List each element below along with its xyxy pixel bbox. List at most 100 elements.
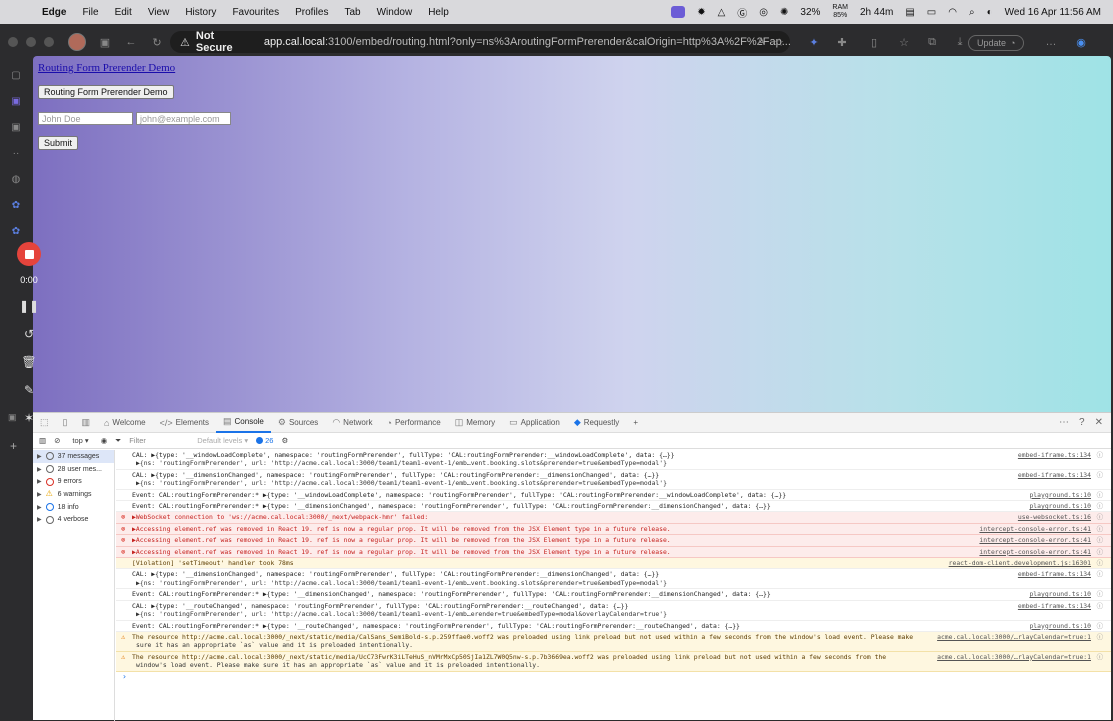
console-row[interactable]: ⊗ ▶WebSocket connection to 'ws://acme.cal… xyxy=(116,512,1111,524)
tab-icon[interactable]: ▣ xyxy=(9,94,23,108)
gear-icon[interactable]: ✹ xyxy=(697,7,705,18)
tab-network[interactable]: ◠ Network xyxy=(325,413,379,433)
source-link[interactable]: embed-iframe.ts:134 xyxy=(1018,602,1091,610)
console-row[interactable]: ⊗ ▶Accessing element.ref was removed in R… xyxy=(116,535,1111,547)
source-link[interactable]: acme.cal.local:3000/…rlayCalendar=true:1 xyxy=(937,633,1091,641)
source-link[interactable]: intercept-console-error.ts:41 xyxy=(979,548,1091,556)
favorites-icon[interactable]: ☆ xyxy=(897,35,911,49)
console-message-detail[interactable]: window's load event. Please make sure it… xyxy=(132,661,1103,669)
cpu-percent[interactable]: 32% xyxy=(800,7,820,18)
page-title-link[interactable]: Routing Form Prerender Demo xyxy=(38,62,175,74)
menu-edit[interactable]: Edit xyxy=(107,7,140,18)
ai-explain-icon[interactable]: ⓘ xyxy=(1097,525,1103,533)
menu-app-name[interactable]: Edge xyxy=(34,7,74,18)
console-sidebar-item[interactable]: ▶ 18 info xyxy=(33,501,114,514)
source-link[interactable]: acme.cal.local:3000/…rlayCalendar=true:1 xyxy=(937,653,1091,661)
ai-explain-icon[interactable]: ⓘ xyxy=(1097,590,1103,598)
source-link[interactable]: playground.ts:10 xyxy=(1029,502,1091,510)
source-link[interactable]: intercept-console-error.ts:41 xyxy=(979,525,1091,533)
devtools-dock-icon[interactable]: ▣ xyxy=(8,412,17,423)
console-row[interactable]: CAL: ▶{type: '__dimensionChanged', names… xyxy=(116,569,1111,590)
control-center-icon[interactable]: ◐ xyxy=(987,7,993,18)
more-menu-icon[interactable]: … xyxy=(1044,35,1058,49)
puzzle-icon[interactable]: ✚ xyxy=(835,35,849,49)
expand-arrow-icon[interactable]: ▶ xyxy=(37,466,42,473)
levels-dropdown[interactable]: Default levels ▾ xyxy=(197,436,248,445)
calendar-icon[interactable]: ▤ xyxy=(905,7,914,18)
downloads-icon[interactable]: ⤓ xyxy=(953,35,967,49)
window-minimize-button[interactable] xyxy=(26,37,36,47)
expand-arrow-icon[interactable]: ▶ xyxy=(37,516,42,523)
tab-requestly[interactable]: ◆ Requestly xyxy=(567,413,627,433)
clear-console-icon[interactable]: ⊘ xyxy=(54,436,60,445)
device-toolbar-icon[interactable]: ▯ xyxy=(56,413,75,433)
ai-explain-icon[interactable]: ⓘ xyxy=(1097,502,1103,510)
copilot-sidebar-icon[interactable]: ◉ xyxy=(1074,35,1088,49)
back-icon[interactable]: ← xyxy=(124,35,138,49)
drawer-icon[interactable]: ▥ xyxy=(74,413,97,433)
console-message-detail[interactable]: ▶{ns: 'routingFormPrerender', url: 'http… xyxy=(132,459,1103,467)
help-icon[interactable]: ? xyxy=(1079,417,1085,428)
console-row[interactable]: ⊗ ▶Accessing element.ref was removed in R… xyxy=(116,546,1111,559)
menu-window[interactable]: Window xyxy=(369,7,421,18)
battery-time[interactable]: 2h 44m xyxy=(860,7,893,18)
ai-explain-icon[interactable]: ⓘ xyxy=(1097,622,1103,630)
more-icon[interactable]: ⋯ xyxy=(1059,417,1069,428)
extension-icon[interactable]: ✦ xyxy=(807,35,821,49)
github-icon[interactable]: ◍ xyxy=(9,172,23,186)
console-row[interactable]: ⊗ ▶Accessing element.ref was removed in R… xyxy=(116,523,1111,536)
tab-icon[interactable]: ▣ xyxy=(9,120,23,134)
tab-console[interactable]: ▤ Console xyxy=(216,413,271,433)
menubar-clock[interactable]: Wed 16 Apr 11:56 AM xyxy=(1005,7,1101,18)
tab-application[interactable]: ▭ Application xyxy=(502,413,567,433)
window-close-button[interactable] xyxy=(8,37,18,47)
menu-favourites[interactable]: Favourites xyxy=(224,7,287,18)
filter-input[interactable]: Filter xyxy=(129,436,189,445)
source-link[interactable]: playground.ts:10 xyxy=(1029,590,1091,598)
menu-profiles[interactable]: Profiles xyxy=(287,7,336,18)
console-message-detail[interactable]: ▶{ns: 'routingFormPrerender', url: 'http… xyxy=(132,579,1103,587)
favorite-star-icon[interactable]: ☆ xyxy=(772,35,786,49)
source-link[interactable]: intercept-console-error.ts:41 xyxy=(979,536,1091,544)
console-row[interactable]: Event: CAL:routingFormPrerender:* ▶{type… xyxy=(116,621,1111,632)
tab-icon[interactable]: ·· xyxy=(9,146,23,160)
split-screen-icon[interactable]: ▯ xyxy=(867,35,881,49)
console-sidebar-item[interactable]: ▶ 37 messages xyxy=(33,450,114,463)
tab-elements[interactable]: </> Elements xyxy=(153,413,216,433)
warning-icon[interactable]: ⚠ xyxy=(180,36,190,49)
menu-file[interactable]: File xyxy=(74,7,106,18)
add-tab-icon[interactable]: + xyxy=(10,439,17,453)
tab-sources[interactable]: ⚙ Sources xyxy=(271,413,325,433)
source-link[interactable]: playground.ts:10 xyxy=(1029,491,1091,499)
tab-icon[interactable]: ✿ xyxy=(9,198,23,212)
trash-icon[interactable]: 🗑 xyxy=(14,355,44,369)
restart-icon[interactable]: ↺ xyxy=(14,327,44,341)
ai-explain-icon[interactable]: ⓘ xyxy=(1097,513,1103,521)
refresh-icon[interactable]: ↻ xyxy=(150,35,164,49)
drive-icon[interactable]: △ xyxy=(718,7,726,18)
ai-explain-icon[interactable]: ⓘ xyxy=(1097,536,1103,544)
source-link[interactable]: react-dom-client.development.js:16301 xyxy=(949,559,1091,567)
openai-icon[interactable]: ✺ xyxy=(780,7,788,18)
console-row[interactable]: Event: CAL:routingFormPrerender:* ▶{type… xyxy=(116,501,1111,513)
tab-welcome[interactable]: ⌂ Welcome xyxy=(97,413,153,433)
search-icon[interactable]: ⌕ xyxy=(969,7,975,18)
stop-recording-button[interactable] xyxy=(17,242,41,266)
settings-icon[interactable]: ⚙ xyxy=(281,436,288,445)
eye-icon[interactable]: ◉ xyxy=(101,436,108,445)
pencil-icon[interactable]: ✎ xyxy=(14,383,44,397)
console-row[interactable]: ⚠ The resource http://acme.cal.local:3000… xyxy=(116,651,1111,672)
url-text[interactable]: app.cal.local:3100/embed/routing.html?on… xyxy=(264,36,790,48)
email-input[interactable]: john@example.com xyxy=(136,112,231,125)
close-icon[interactable]: ✕ xyxy=(1095,417,1103,428)
profile-avatar[interactable] xyxy=(68,33,86,51)
console-sidebar-item[interactable]: ▶ 28 user mes... xyxy=(33,463,114,476)
pause-icon[interactable]: ❚❚ xyxy=(14,299,44,313)
menu-view[interactable]: View xyxy=(140,7,178,18)
submit-button[interactable]: Submit xyxy=(38,136,79,150)
console-row[interactable]: CAL: ▶{type: '__dimensionChanged', names… xyxy=(116,470,1111,490)
expand-arrow-icon[interactable]: ▶ xyxy=(37,478,42,485)
console-message-detail[interactable]: sure it has an appropriate `as` value an… xyxy=(132,641,1103,649)
grammarly-icon[interactable]: Ⓖ xyxy=(737,5,747,20)
source-link[interactable]: use-websocket.ts:16 xyxy=(1018,513,1091,521)
